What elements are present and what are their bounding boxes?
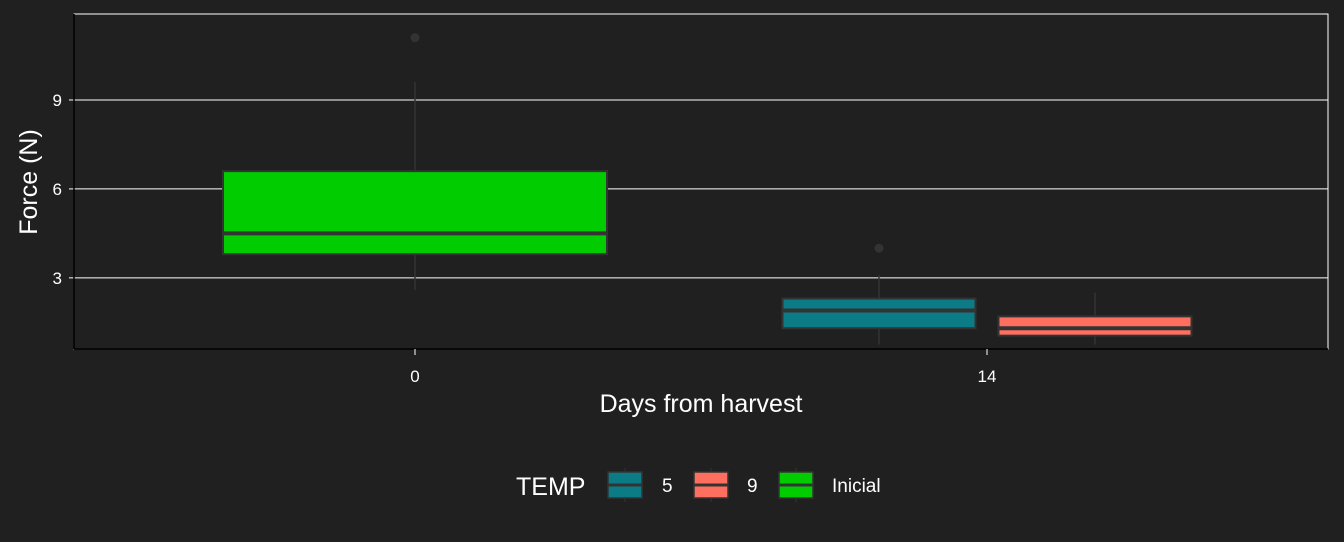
box-iqr (997, 315, 1193, 337)
y-axis-title: Force (N) (15, 129, 43, 235)
box-iqr (781, 297, 977, 330)
chart: 3 6 9 0 14 Days from harvest Force (N) TEMP … (0, 0, 1344, 537)
outlier-point (874, 243, 884, 253)
legend-label: Inicial (832, 476, 881, 497)
legend-item-Inicial: Inicial (778, 468, 881, 502)
legend-label: 9 (747, 476, 758, 497)
legend-item-9: 9 (693, 468, 758, 502)
y-tick-label: 3 (53, 269, 62, 288)
y-tick-label: 9 (53, 91, 62, 110)
x-tick-label: 14 (978, 367, 997, 386)
box-iqr (222, 170, 608, 256)
x-axis-title: Days from harvest (600, 390, 803, 418)
legend-title: TEMP (516, 473, 585, 501)
legend-item-5: 5 (607, 468, 673, 502)
y-tick-label: 6 (53, 180, 62, 199)
legend: TEMP 5 9 Inicial (516, 468, 881, 502)
outlier-point (410, 33, 420, 43)
x-tick-label: 0 (410, 367, 419, 386)
chart-svg: 3 6 9 0 14 Days from harvest Force (N) TEMP … (15, 13, 1329, 502)
legend-label: 5 (662, 476, 673, 497)
